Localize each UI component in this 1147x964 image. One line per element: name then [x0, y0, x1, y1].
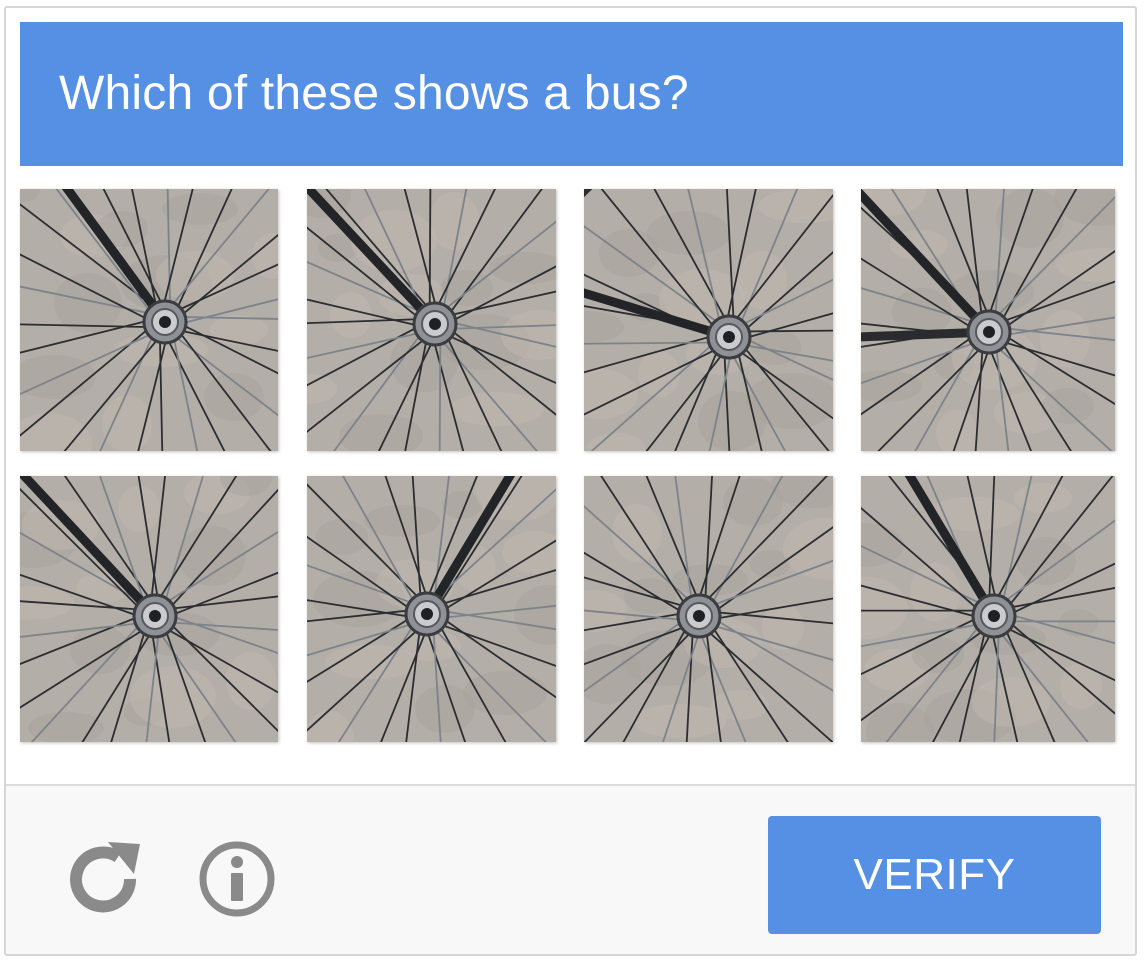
image-tile-1[interactable] [20, 189, 278, 451]
captcha-footer: VERIFY [6, 784, 1135, 954]
captcha-prompt: Which of these shows a bus? [59, 67, 689, 120]
tile-image [20, 476, 278, 742]
image-tile-6[interactable] [307, 476, 556, 742]
image-tile-3[interactable] [584, 189, 833, 451]
image-tile-4[interactable] [861, 189, 1115, 451]
image-tile-7[interactable] [584, 476, 833, 742]
tile-image [307, 189, 556, 451]
tile-image [584, 476, 833, 742]
tile-image [861, 189, 1115, 451]
reload-button[interactable] [64, 838, 146, 920]
info-button[interactable] [196, 838, 278, 920]
tile-image [20, 189, 278, 451]
verify-button[interactable]: VERIFY [768, 816, 1101, 934]
info-icon [199, 841, 275, 917]
tile-image [584, 189, 833, 451]
image-tile-8[interactable] [861, 476, 1115, 742]
image-tile-5[interactable] [20, 476, 278, 742]
reload-icon [70, 842, 140, 913]
captcha-widget: Which of these shows a bus? VERIFY [4, 6, 1137, 956]
tile-image [861, 476, 1115, 742]
image-tile-2[interactable] [307, 189, 556, 451]
tile-image [307, 476, 556, 742]
captcha-header: Which of these shows a bus? [20, 22, 1123, 166]
